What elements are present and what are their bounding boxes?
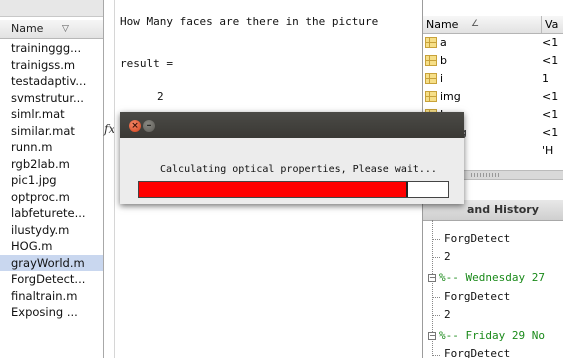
collapse-icon[interactable]: −: [428, 332, 436, 340]
tree-line: [432, 355, 440, 356]
minimize-icon[interactable]: –: [143, 120, 155, 132]
history-entry[interactable]: ForgDetect: [444, 347, 510, 358]
variable-value: <1: [542, 54, 559, 67]
column-header-label: Name: [11, 22, 44, 35]
file-list-item[interactable]: runn.m: [0, 139, 103, 156]
variable-name: img: [440, 90, 461, 103]
file-list-item[interactable]: ForgDetect...: [0, 271, 103, 288]
sort-icon[interactable]: ∠: [471, 16, 479, 33]
file-list-item[interactable]: traininggg...: [0, 40, 103, 57]
variable-value: <1: [542, 108, 559, 121]
progress-bar: [138, 181, 449, 198]
variable-value: 'H: [542, 144, 554, 157]
file-list-item[interactable]: ilustydy.m: [0, 222, 103, 239]
history-entry[interactable]: ForgDetect: [444, 290, 510, 304]
variable-name: i: [440, 72, 444, 85]
grip-icon: [471, 173, 501, 177]
file-list-item[interactable]: similar.mat: [0, 123, 103, 140]
command-output-line: How Many faces are there in the picture: [120, 15, 379, 28]
file-list-item[interactable]: optproc.m: [0, 189, 103, 206]
workspace-variable-row[interactable]: i1: [423, 71, 563, 87]
history-entry[interactable]: 2: [444, 308, 451, 322]
variable-value: 1: [542, 72, 549, 85]
file-list-item[interactable]: Exposing ...: [0, 304, 103, 321]
command-output-line: result =: [120, 57, 173, 70]
variable-name: a: [440, 36, 447, 49]
matrix-variable-icon: [425, 91, 437, 102]
tree-line: [432, 257, 440, 258]
file-list: traininggg... trainigss.m testadaptiv... sv…: [0, 40, 103, 321]
file-list-item[interactable]: testadaptiv...: [0, 73, 103, 90]
sort-icon[interactable]: ▽: [62, 20, 69, 38]
history-entry[interactable]: 2: [444, 250, 451, 264]
close-icon[interactable]: ×: [129, 120, 141, 132]
name-column-header[interactable]: Name ▽: [0, 20, 103, 39]
matrix-variable-icon: [425, 55, 437, 66]
file-list-item[interactable]: HOG.m: [0, 238, 103, 255]
matrix-variable-icon: [425, 37, 437, 48]
command-output-line: 2: [157, 90, 164, 103]
variable-value: <1: [542, 126, 559, 139]
workspace-variable-row[interactable]: img <1: [423, 89, 563, 105]
dialog-titlebar[interactable]: × –: [120, 112, 464, 138]
file-list-item[interactable]: labfeturete...: [0, 205, 103, 222]
file-list-item[interactable]: grayWorld.m: [0, 254, 103, 271]
file-list-item[interactable]: rgb2lab.m: [0, 156, 103, 173]
file-list-item[interactable]: svmstrutur...: [0, 90, 103, 107]
value-column-header[interactable]: Va: [541, 16, 558, 33]
file-list-item[interactable]: trainigss.m: [0, 57, 103, 74]
history-session-header[interactable]: %-- Friday 29 No: [439, 329, 545, 343]
name-column-header[interactable]: Name: [426, 16, 458, 33]
variable-value: <1: [542, 90, 559, 103]
matrix-variable-icon: [425, 73, 437, 84]
collapse-icon[interactable]: −: [428, 274, 436, 282]
workspace-variable-row[interactable]: a <1: [423, 35, 563, 51]
progress-dialog: × – Calculating optical properties, Plea…: [120, 112, 464, 204]
command-history-panel: and History ForgDetect 2 − %-- Wednesday…: [422, 200, 563, 358]
file-list-item[interactable]: pic1.jpg: [0, 172, 103, 189]
variable-name: b: [440, 54, 447, 67]
file-list-item[interactable]: finaltrain.m: [0, 288, 103, 305]
workspace-header: Name ∠ Va: [423, 16, 563, 34]
history-session-header[interactable]: %-- Wednesday 27: [439, 271, 545, 285]
tree-line: [432, 239, 440, 240]
history-entry[interactable]: ForgDetect: [444, 232, 510, 246]
tree-line: [432, 315, 440, 316]
panel-toolbar: [0, 0, 103, 17]
panel-title: and History: [467, 203, 539, 216]
progress-message: Calculating optical properties, Please w…: [160, 164, 437, 175]
file-list-item[interactable]: simlr.mat: [0, 106, 103, 123]
progress-bar-fill: [139, 182, 408, 197]
tree-line: [432, 297, 440, 298]
current-folder-panel: Name ▽ traininggg... trainigss.m testadapt…: [0, 0, 104, 358]
workspace-variable-row[interactable]: b <1: [423, 53, 563, 69]
variable-value: <1: [542, 36, 559, 49]
